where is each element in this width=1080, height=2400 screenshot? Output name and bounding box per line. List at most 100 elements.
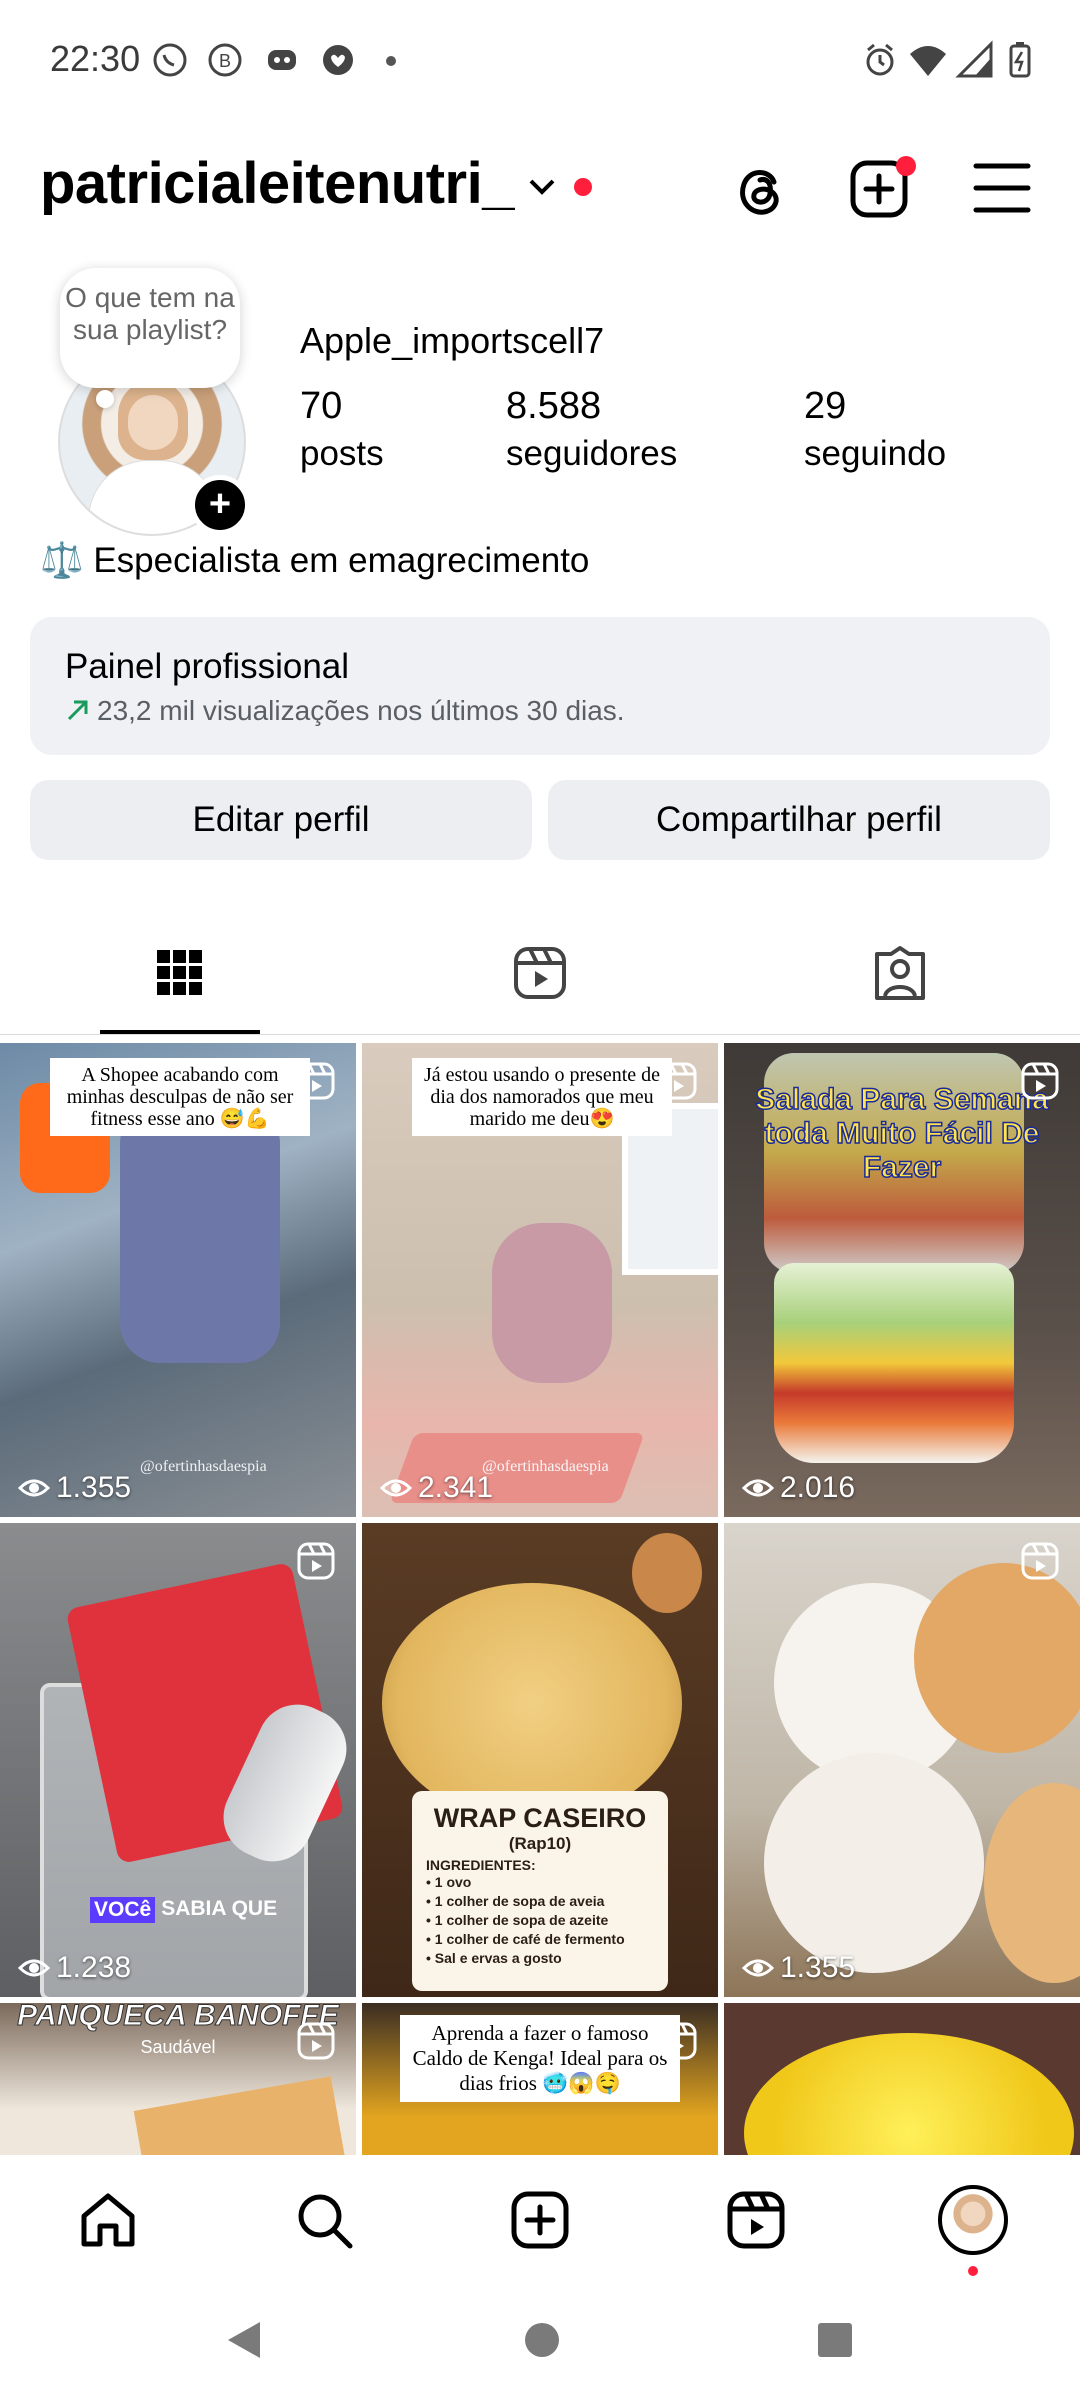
post-tile-8[interactable]: Aprenda a fazer o famoso Caldo de Kenga!… [362,2003,718,2155]
stat-posts-label: posts [300,434,384,473]
discord-icon [268,50,296,70]
nav-home[interactable] [68,2180,148,2260]
tile-1-watermark: @ofertinhasdaespia [140,1458,267,1475]
add-story-button[interactable]: + [190,475,250,535]
reel-icon [297,1542,335,1580]
bio-text: Especialista em emagrecimento [93,541,590,580]
tile-9-food [744,2033,1074,2155]
reel-icon [659,2022,697,2060]
status-time: 22:30 [50,38,141,79]
share-profile-button[interactable]: Compartilhar perfil [548,780,1050,860]
dashboard-subtitle-text: 23,2 mil visualizações nos últimos 30 di… [97,695,625,726]
tile-6-bread-d [984,1783,1080,1983]
post-tile-5[interactable]: WRAP CASEIRO (Rap10) INGREDIENTES: • 1 o… [362,1523,718,1997]
tile-2-watermark: @ofertinhasdaespia [482,1458,609,1475]
reels-icon [514,946,566,999]
tile-5-title: WRAP CASEIRO [433,1803,647,1833]
stat-followers[interactable]: 8.588 seguidores [506,385,677,474]
professional-dashboard[interactable]: Painel profissional 23,2 mil visualizaçõ… [30,617,1050,755]
display-name: Apple_importscell7 [300,320,605,361]
post-tile-6[interactable]: 1.355 [724,1523,1080,1997]
tagged-person-icon [875,945,925,1000]
chevron-down-icon[interactable] [525,170,559,204]
menu-icon[interactable] [972,160,1032,216]
nav-profile[interactable] [933,2180,1013,2260]
profile-avatar-small [938,2185,1008,2255]
profile-username[interactable]: patricialeitenutri_ [40,150,514,217]
trend-up-arrow-icon [67,700,88,721]
whatsapp-icon [153,43,187,77]
reel-icon [297,1062,335,1100]
grid-icon [157,949,202,995]
create-notification-dot [896,156,916,176]
nav-create[interactable] [500,2180,580,2260]
tab-reels[interactable] [360,910,720,1035]
tile-4-badge: VOCê SABIA QUE [90,1897,277,1923]
tile-2-views: 2.341 [380,1471,493,1505]
note-bubble[interactable]: O que tem na sua playlist? [60,268,240,388]
home-icon [81,2193,135,2247]
post-tile-4[interactable]: VOCê SABIA QUE 1.238 [0,1523,356,1997]
tile-7-pancake [133,2076,347,2155]
tile-5-ingredients-label: INGREDIENTES: [426,1857,536,1873]
tile-4-views: 1.238 [18,1951,131,1985]
tile-2-person [492,1223,612,1383]
account-notification-dot [574,178,592,196]
alarm-icon [866,43,894,76]
nav-search[interactable] [284,2180,364,2260]
reel-icon [1021,1062,1059,1100]
scale-emoji: ⚖️ [40,541,84,580]
stat-posts-value: 70 [300,385,343,427]
stat-following-value: 29 [804,385,847,427]
whatsapp-business-icon: B [208,43,242,77]
tile-2-views-count: 2.341 [418,1471,494,1504]
reel-icon [1021,1542,1059,1580]
tile-4-badge-b: SABIA QUE [161,1897,278,1920]
stat-following[interactable]: 29 seguindo [804,385,946,474]
tile-1-views: 1.355 [18,1471,131,1505]
nav-reels[interactable] [716,2180,796,2260]
signal-icon [955,40,993,78]
note-bubble-tail [96,390,114,408]
back-icon[interactable] [222,2318,266,2362]
tile-3-views-count: 2.016 [780,1471,856,1504]
dashboard-title: Painel profissional [65,647,350,686]
tile-5-subtitle: (Rap10) [508,1834,572,1853]
wifi-icon [910,46,946,76]
stat-posts[interactable]: 70 posts [300,385,384,474]
post-tile-1[interactable]: A Shopee acabando com minhas desculpas d… [0,1043,356,1517]
eye-icon [742,1959,774,1977]
threads-icon[interactable] [728,158,794,224]
tile-1-views-count: 1.355 [56,1471,132,1504]
eye-icon [18,1479,50,1497]
post-tile-7[interactable]: PANQUECA BANOFFE Saudável [0,2003,356,2155]
profile-notification-dot [968,2266,978,2276]
reel-icon [297,2022,335,2060]
heart-app-icon [323,45,353,75]
status-bar: 22:30 B [0,0,1080,125]
tile-1-leggings [120,1103,280,1363]
post-tile-3[interactable]: Salada Para Semana toda Muito Fácil De F… [724,1043,1080,1517]
dashboard-subtitle: 23,2 mil visualizações nos últimos 30 di… [65,695,625,727]
eye-icon [742,1479,774,1497]
tile-5-ingredients: • 1 ovo • 1 colher de sopa de aveia • 1 … [426,1873,654,1968]
tile-1-caption: A Shopee acabando com minhas desculpas d… [50,1058,310,1136]
tile-3-views: 2.016 [742,1471,855,1505]
tile-5-ingredient: • 1 colher de sopa de aveia [426,1893,605,1909]
post-tile-9[interactable] [724,2003,1080,2155]
tab-divider [0,1034,1080,1035]
eye-icon [380,1479,412,1497]
post-tile-2[interactable]: Já estou usando o presente de dia dos na… [362,1043,718,1517]
tab-tagged[interactable] [720,910,1080,1035]
recents-icon[interactable] [815,2320,855,2360]
tile-5-ingredient: • 1 colher de café de fermento [426,1931,625,1947]
tab-posts-grid[interactable] [0,910,360,1035]
edit-profile-button[interactable]: Editar perfil [30,780,532,860]
home-circle-icon[interactable] [522,2320,562,2360]
eye-icon [18,1959,50,1977]
tile-3-jar-front [774,1263,1014,1463]
tile-5-ingredient: • Sal e ervas a gosto [426,1950,562,1966]
svg-text:B: B [219,51,231,71]
tile-8-caption: Aprenda a fazer o famoso Caldo de Kenga!… [400,2015,680,2102]
stat-following-label: seguindo [804,434,947,473]
